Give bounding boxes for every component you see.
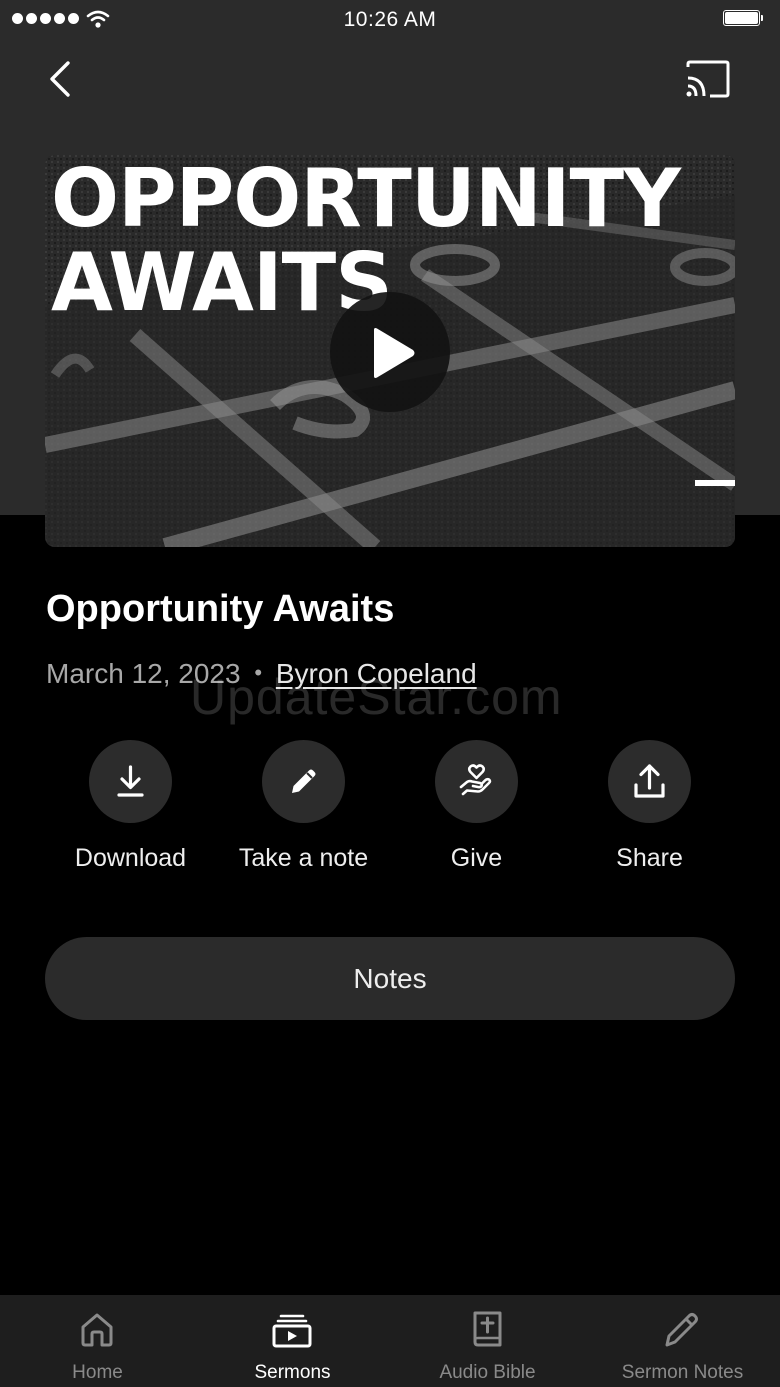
pencil-icon: [292, 769, 316, 793]
bible-icon: [473, 1311, 502, 1347]
give-button-circle[interactable]: [435, 740, 518, 823]
battery-icon: [723, 10, 763, 28]
tab-audio-bible-label: Audio Bible: [439, 1362, 536, 1383]
share-icon: [634, 764, 665, 798]
share-button[interactable]: Share: [563, 740, 736, 880]
share-button-circle[interactable]: [608, 740, 691, 823]
take-note-button-circle[interactable]: [262, 740, 345, 823]
back-button[interactable]: [40, 55, 84, 103]
chevron-left-icon: [50, 61, 70, 97]
pencil-icon: [665, 1313, 698, 1347]
status-bar: 10:26 AM: [0, 0, 780, 40]
heart-hand-icon: [459, 764, 492, 796]
tab-sermon-notes-label: Sermon Notes: [621, 1362, 744, 1383]
tab-home[interactable]: Home: [0, 1295, 195, 1387]
sermon-title: Opportunity Awaits: [46, 588, 395, 630]
share-label: Share: [616, 844, 683, 872]
tab-sermons[interactable]: Sermons: [195, 1295, 390, 1387]
download-button-circle[interactable]: [89, 740, 172, 823]
thumbnail-title-line1: OPPORTUNITY: [51, 155, 681, 245]
play-button[interactable]: [330, 292, 450, 412]
tab-bar: Home Sermons Audio Bible Sermon Notes: [0, 1295, 780, 1387]
give-button[interactable]: Give: [390, 740, 563, 880]
watermark: UpdateStar.com: [190, 669, 563, 725]
tab-audio-bible[interactable]: Audio Bible: [390, 1295, 585, 1387]
action-row: Download Take a note Give Share: [44, 740, 736, 880]
tab-sermons-label: Sermons: [254, 1362, 331, 1383]
notes-button[interactable]: Notes: [45, 937, 735, 1020]
cast-icon: [686, 60, 730, 98]
tab-home-label: Home: [72, 1362, 123, 1383]
home-icon: [81, 1313, 113, 1347]
video-progress-indicator: [695, 480, 735, 486]
download-icon: [117, 765, 144, 797]
tab-sermon-notes[interactable]: Sermon Notes: [585, 1295, 780, 1387]
sermons-icon: [272, 1314, 312, 1348]
status-time: 10:26 AM: [343, 8, 437, 31]
video-player[interactable]: OPPORTUNITY AWAITS: [45, 155, 735, 547]
take-note-button[interactable]: Take a note: [217, 740, 390, 880]
play-icon: [374, 328, 415, 378]
download-button[interactable]: Download: [44, 740, 217, 880]
cast-button[interactable]: [682, 57, 734, 101]
